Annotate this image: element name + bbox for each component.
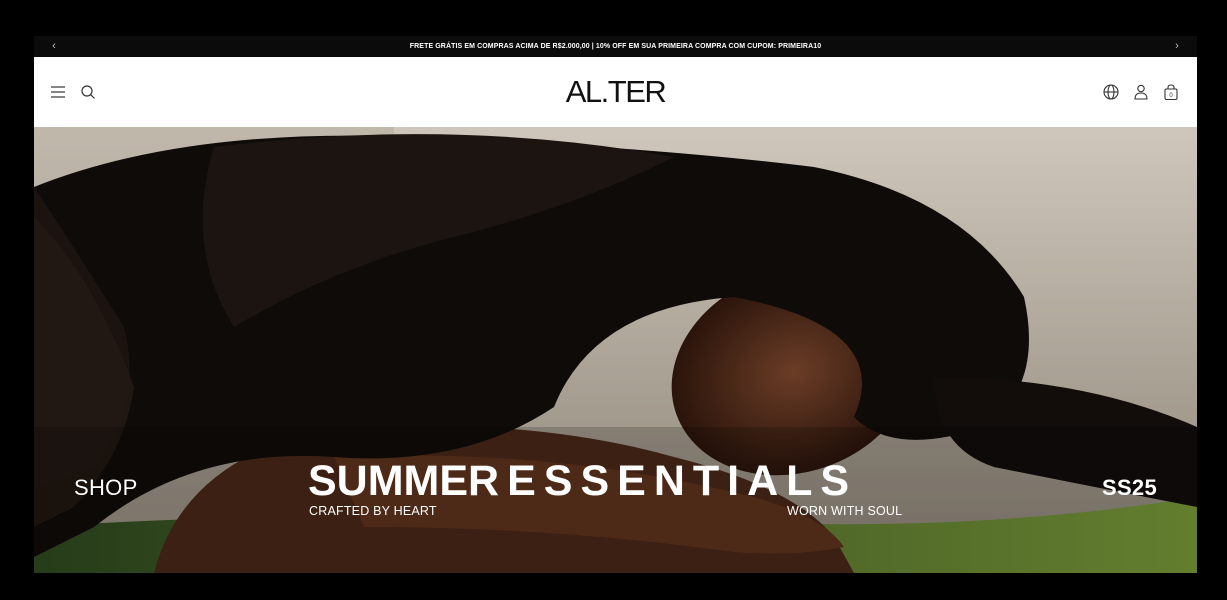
hero-subtitle-right: WORN WITH SOUL — [787, 504, 903, 518]
hero-subtitle-left: CRAFTED BY HEART — [309, 504, 437, 518]
site-header: AL.TER 0 — [34, 57, 1197, 127]
hero-banner[interactable]: SHOP SUMMER ESSENTIALS CRAFTED BY HEART W… — [34, 127, 1197, 573]
hero-title-part1: SUMMER — [308, 457, 500, 505]
globe-icon[interactable] — [1102, 83, 1120, 101]
hero-title: SUMMER ESSENTIALS — [308, 457, 857, 506]
hero-title-part2: ESSENTIALS — [507, 457, 858, 505]
hero-image — [34, 127, 1197, 573]
cart-count: 0 — [1169, 93, 1173, 99]
chevron-right-icon[interactable]: › — [1170, 39, 1184, 53]
chevron-left-icon[interactable]: ‹ — [47, 39, 61, 53]
shop-link[interactable]: SHOP — [74, 475, 138, 501]
announcement-text: FRETE GRÁTIS EM COMPRAS ACIMA DE R$2.000… — [409, 43, 822, 50]
brand-logo[interactable]: AL.TER — [34, 74, 1197, 110]
season-label: SS25 — [1101, 475, 1157, 500]
user-icon[interactable] — [1132, 83, 1150, 101]
page-frame: ‹ FRETE GRÁTIS EM COMPRAS ACIMA DE R$2.0… — [34, 36, 1197, 573]
announcement-bar: ‹ FRETE GRÁTIS EM COMPRAS ACIMA DE R$2.0… — [34, 36, 1197, 57]
bag-icon[interactable]: 0 — [1162, 83, 1180, 101]
